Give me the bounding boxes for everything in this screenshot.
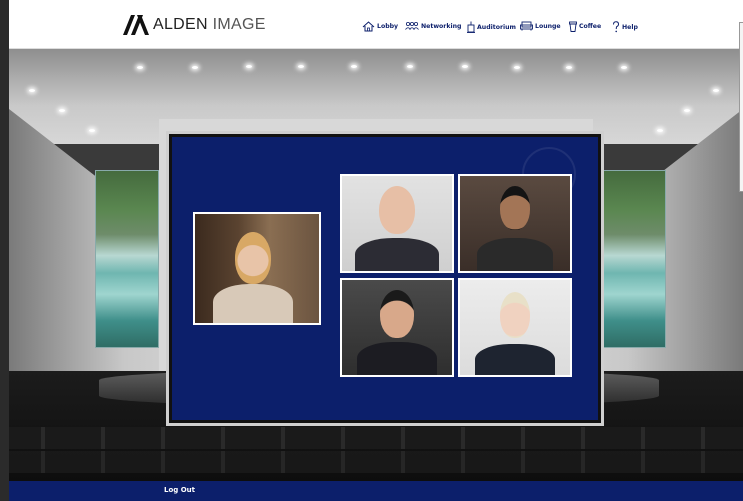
people-icon (405, 21, 419, 30)
person-body (357, 342, 437, 375)
podium-icon (467, 21, 475, 33)
ceiling-light (566, 66, 572, 69)
nav-lobby-label: Lobby (377, 23, 399, 30)
video-tile-panelist-4[interactable] (458, 278, 572, 377)
person-head (380, 290, 414, 338)
nav-coffee[interactable]: Coffee (569, 21, 601, 32)
nav-auditorium-label: Auditorium (477, 23, 516, 31)
waterfall-banner-right (602, 170, 666, 348)
home-icon (362, 21, 375, 32)
person-head (500, 186, 530, 230)
ceiling-light (514, 66, 520, 69)
ceiling-light (684, 109, 690, 112)
brand-name: ALDEN IMAGE (153, 16, 266, 33)
bottom-bar: Log Out (9, 481, 743, 501)
nav-auditorium[interactable]: Auditorium (467, 21, 516, 33)
top-navigation-bar: ALDEN IMAGE Lobby Networking Auditorium … (9, 0, 743, 49)
nav-lobby[interactable]: Lobby (362, 21, 398, 32)
side-panel-edge[interactable] (739, 22, 743, 192)
ceiling-light (713, 89, 719, 92)
video-tile-panelist-2[interactable] (458, 174, 572, 273)
video-tile-main-speaker[interactable] (193, 212, 321, 325)
person-head (379, 186, 415, 234)
nav-help-label: Help (622, 23, 638, 31)
nav-networking[interactable]: Networking (405, 21, 461, 31)
ceiling-light (137, 66, 143, 69)
brand-logo[interactable]: ALDEN IMAGE (123, 13, 266, 37)
ceiling-light (89, 129, 95, 132)
virtual-event-frame: ALDEN IMAGE Lobby Networking Auditorium … (9, 0, 743, 501)
nav-help[interactable]: Help (612, 21, 638, 33)
ceiling-light (298, 65, 304, 68)
ceiling-light (59, 109, 65, 112)
person-head (235, 232, 271, 284)
question-icon (613, 21, 620, 33)
person-body (213, 284, 293, 323)
ceiling-light (351, 65, 357, 68)
person-body (475, 344, 555, 375)
ceiling-light (407, 65, 413, 68)
logout-link[interactable]: Log Out (164, 486, 195, 494)
ceiling-light (657, 129, 663, 132)
nav-lounge-label: Lounge (535, 22, 561, 30)
person-body (355, 238, 439, 271)
presentation-screen[interactable] (169, 134, 601, 423)
ceiling-light (246, 65, 252, 68)
sofa-icon (520, 21, 533, 31)
ceiling-light (462, 65, 468, 68)
auditorium-scene (9, 49, 743, 481)
person-head (500, 292, 530, 338)
logo-mark-icon (123, 15, 149, 35)
person-body (477, 238, 553, 271)
ceiling-light (29, 89, 35, 92)
seat-row (9, 427, 743, 449)
seat-row (9, 451, 743, 473)
nav-networking-label: Networking (421, 22, 462, 30)
ceiling-light (621, 66, 627, 69)
nav-lounge[interactable]: Lounge (520, 21, 561, 31)
coffee-cup-icon (569, 21, 577, 32)
video-tile-panelist-1[interactable] (340, 174, 454, 273)
video-tile-panelist-3[interactable] (340, 278, 454, 377)
waterfall-banner-left (95, 170, 159, 348)
nav-coffee-label: Coffee (579, 23, 602, 30)
ceiling-light (192, 66, 198, 69)
